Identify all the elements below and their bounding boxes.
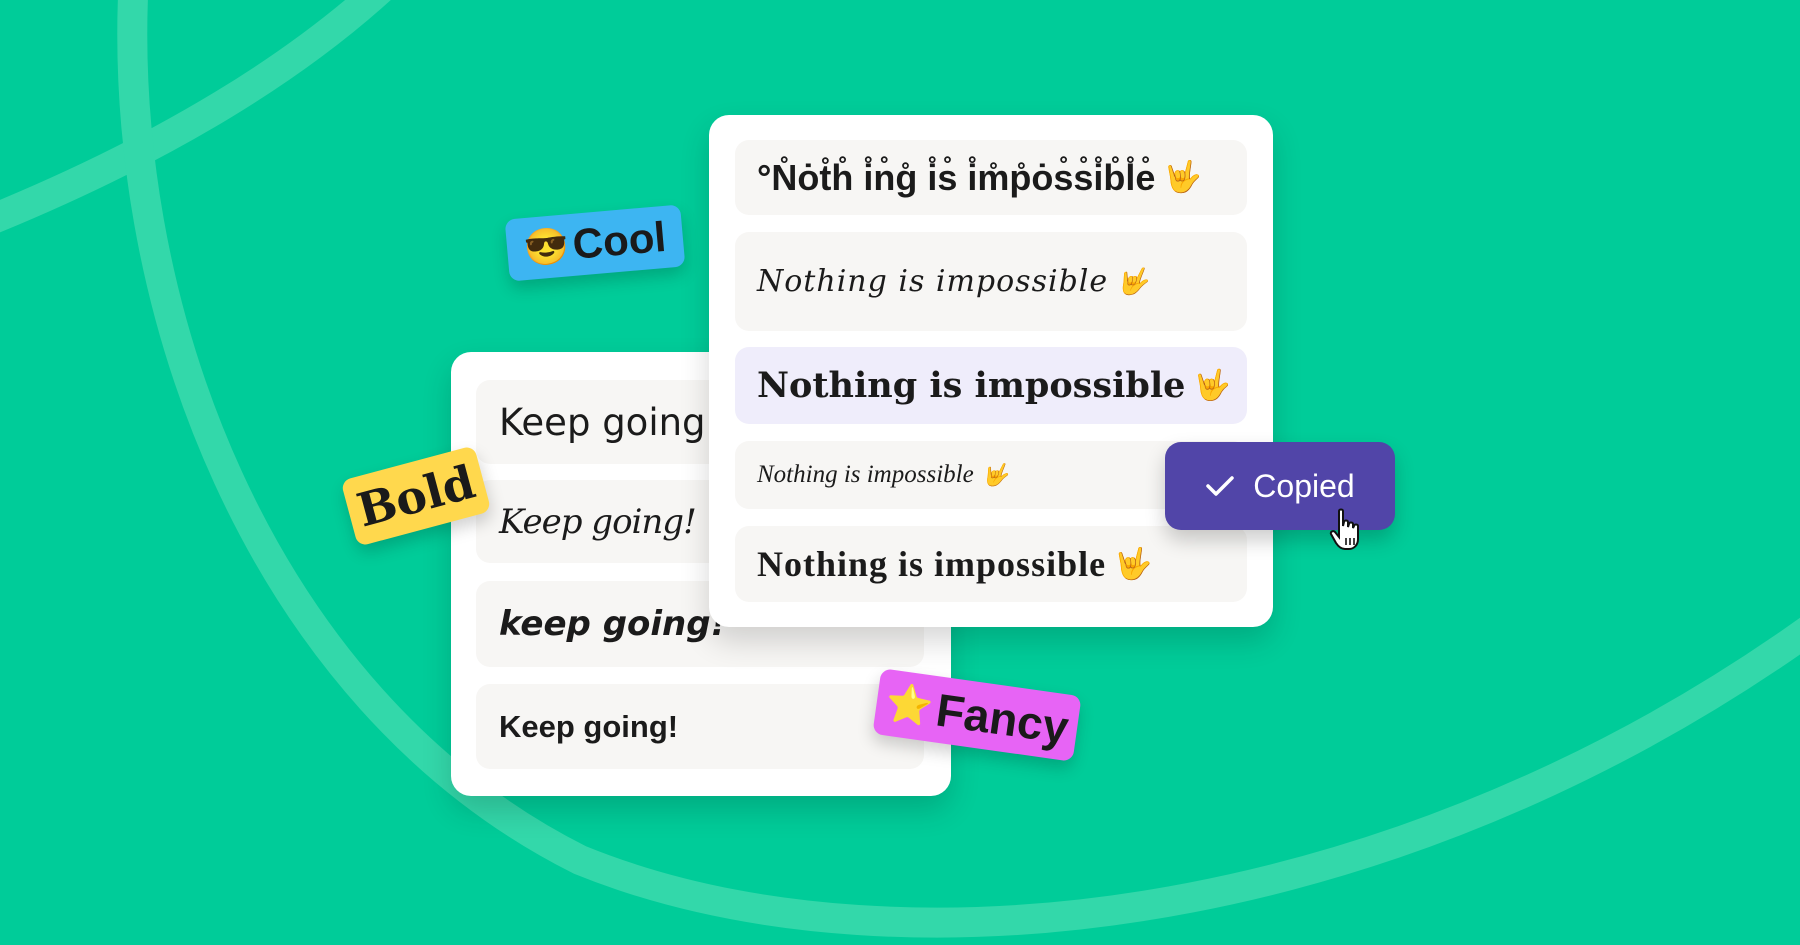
font-sample-text: Nothing is impossible xyxy=(757,544,1107,584)
love-you-gesture-emoji: 🤟 xyxy=(1114,546,1154,581)
font-option-row-selected[interactable]: Nothing is impossible 🤟 xyxy=(735,347,1247,424)
font-sample-text: Nothing is impossible xyxy=(757,264,1109,299)
font-sample-text: Nothing is impossible xyxy=(757,461,974,488)
font-sample-text: Keep going! xyxy=(499,400,721,444)
font-option-row[interactable]: °N̊ȯt̊h̊ i̊n̊g̊ i̊s̊ i̊m̊p̊ȯs̊s̊i̊b̊l̊e̊… xyxy=(735,140,1247,215)
love-you-gesture-emoji: 🤟 xyxy=(981,462,1009,487)
love-you-gesture-emoji: 🤟 xyxy=(1193,368,1231,403)
font-option-row[interactable]: Nothing is impossible 🤟 xyxy=(735,526,1247,602)
font-sample-text: °N̊ȯt̊h̊ i̊n̊g̊ i̊s̊ i̊m̊p̊ȯs̊s̊i̊b̊l̊e̊ xyxy=(757,156,1156,198)
font-option-row[interactable]: Nothing is impossible 🤟 xyxy=(735,232,1247,331)
font-sample-text: Keep going! xyxy=(499,708,679,744)
check-icon xyxy=(1206,476,1235,496)
right-font-card: °N̊ȯt̊h̊ i̊n̊g̊ i̊s̊ i̊m̊p̊ȯs̊s̊i̊b̊l̊e̊… xyxy=(709,115,1273,627)
font-sample-text: Nothing is impossible xyxy=(757,365,1186,406)
love-you-gesture-emoji: 🤟 xyxy=(1116,266,1149,297)
sunglasses-emoji-icon: 😎 xyxy=(522,224,571,270)
hand-pointer-icon xyxy=(1329,508,1359,550)
font-option-row[interactable]: Keep going! xyxy=(476,684,924,769)
copied-label: Copied xyxy=(1253,467,1355,504)
cool-sticker-label: Cool xyxy=(570,212,668,268)
font-sample-text: keep going! xyxy=(499,604,727,644)
fancy-sticker-label: Fancy xyxy=(932,683,1072,754)
font-sample-text: Keep going! xyxy=(499,501,697,542)
arc-top-left xyxy=(0,0,391,233)
star-emoji-icon: ⭐ xyxy=(882,681,936,730)
love-you-gesture-emoji: 🤟 xyxy=(1163,160,1202,194)
